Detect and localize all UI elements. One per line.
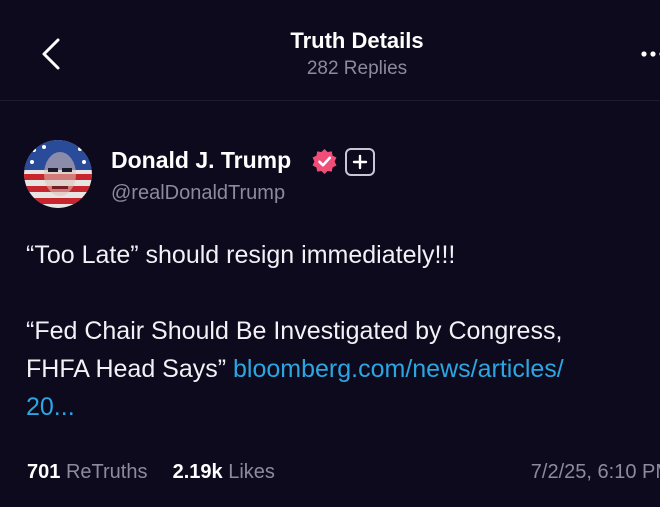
likes-label: Likes [228,461,275,483]
follow-button[interactable] [345,148,375,176]
retruths-stat[interactable]: 701 ReTruths [27,461,147,484]
post-line-2: “Fed Chair Should Be Investigated by Con… [26,317,563,345]
more-button[interactable] [638,34,660,70]
plus-icon [352,154,368,170]
post-stats: 701 ReTruths 2.19k Likes [27,461,275,484]
retruths-count: 701 [27,461,61,483]
article-link-continued[interactable]: 20... [26,388,75,426]
page-title: Truth Details [290,28,424,53]
likes-count: 2.19k [172,461,223,483]
retruths-label: ReTruths [65,461,148,483]
more-horizontal-icon [641,51,660,57]
post-line-3-text: FHFA Head Says” [26,355,234,383]
avatar[interactable] [24,140,92,208]
post-timestamp: 7/2/25, 6:10 PM [530,461,660,483]
verified-badge-icon [312,149,337,174]
reply-count: 282 Replies [306,58,408,79]
profile-avatar [24,140,92,208]
author-handle[interactable]: @realDonaldTrump [111,182,285,205]
likes-stat[interactable]: 2.19k Likes [173,461,275,484]
top-bar: Truth Details 282 Replies [0,0,660,101]
post-line-1: “Too Late” should resign immediately!!! [26,241,456,269]
author-name[interactable]: Donald J. Trump [111,147,291,174]
article-link[interactable]: bloomberg.com/news/articles/ [233,355,564,383]
post-line-3: FHFA Head Says” bloomberg.com/news/artic… [26,350,564,388]
